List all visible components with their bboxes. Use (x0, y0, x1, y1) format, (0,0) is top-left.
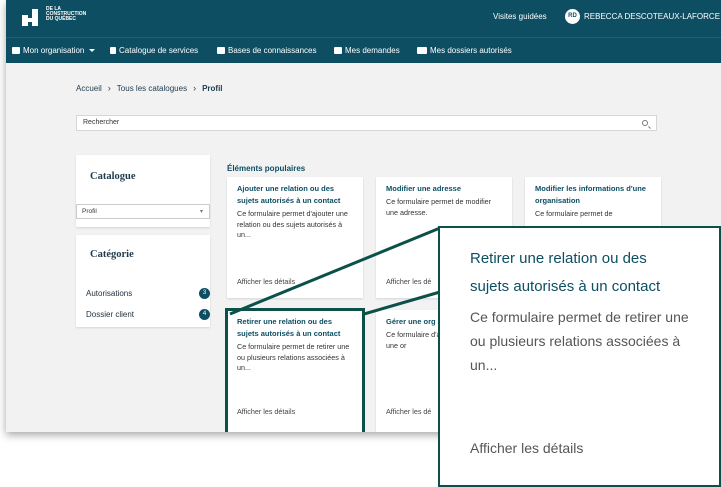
chevron-right-icon: › (193, 83, 197, 93)
card-desc: Ce formulaire permet de (535, 209, 613, 218)
popular-title: Éléments populaires (227, 164, 306, 173)
card-title[interactable]: Ajouter une relation ou des sujets autor… (237, 183, 353, 207)
card-desc: Ce formulaire permet d'ajouter une relat… (237, 209, 348, 239)
count-badge: 3 (199, 288, 210, 299)
catalogue-select[interactable]: Profil ▾ (76, 204, 210, 219)
logo-icon[interactable] (20, 6, 42, 28)
breadcrumb-catalogues[interactable]: Tous les catalogues (117, 84, 187, 93)
category-dossier-client[interactable]: Dossier client 4 (86, 309, 210, 320)
breadcrumb-profil: Profil (202, 83, 223, 93)
catalogue-panel: Catalogue Profil ▾ (76, 155, 210, 227)
nav-item-catalogue[interactable]: Catalogue de services (110, 46, 198, 55)
card-details-link[interactable]: Afficher les dé (386, 407, 431, 416)
users-icon (417, 47, 427, 54)
count-badge: 4 (199, 309, 210, 320)
breadcrumb: Accueil › Tous les catalogues › Profil (76, 83, 223, 93)
breadcrumb-accueil[interactable]: Accueil (76, 84, 102, 93)
logo-text: DE LA CONSTRUCTION DU QUÉBEC (46, 6, 87, 22)
nav-item-bases[interactable]: Bases de connaissances (217, 46, 317, 55)
catalogue-heading: Catalogue (90, 171, 136, 182)
chevron-down-icon (89, 49, 96, 52)
category-autorisations[interactable]: Autorisations 3 (86, 288, 210, 299)
document-icon (110, 47, 116, 54)
avatar[interactable]: RD (565, 9, 580, 24)
service-card[interactable]: Ajouter une relation ou des sujets autor… (227, 177, 363, 298)
chevron-right-icon: › (107, 83, 111, 93)
card-title[interactable]: Modifier une adresse (386, 183, 502, 195)
zoom-details-link[interactable]: Afficher les détails (470, 440, 583, 456)
user-name[interactable]: REBECCA DESCOTEAUX-LAFORCE (584, 12, 720, 21)
nav-item-mon-organisation[interactable]: Mon organisation (12, 46, 96, 55)
chevron-down-icon: ▾ (199, 209, 203, 215)
search-input[interactable]: Rechercher (76, 115, 657, 131)
zoom-title[interactable]: Retirer une relation ou des sujets autor… (470, 245, 689, 301)
card-desc: Ce formulaire permet de modifier une adr… (386, 197, 492, 217)
book-icon (217, 47, 225, 54)
categorie-heading: Catégorie (90, 249, 134, 260)
nav-item-demandes[interactable]: Mes demandes (334, 46, 400, 55)
zoom-callout: Retirer une relation ou des sujets autor… (438, 226, 721, 487)
highlight-box (225, 308, 365, 432)
top-bar: DE LA CONSTRUCTION DU QUÉBEC Visites gui… (6, 0, 721, 37)
list-icon (334, 47, 342, 54)
categorie-panel: Catégorie Autorisations 3 Dossier client… (76, 235, 210, 327)
card-details-link[interactable]: Afficher les dé (386, 277, 431, 286)
card-details-link[interactable]: Afficher les détails (237, 277, 295, 286)
nav-item-dossiers[interactable]: Mes dossiers autorisés (417, 46, 512, 55)
card-title[interactable]: Modifier les informations d'une organisa… (535, 183, 651, 207)
main-nav: Mon organisation Catalogue de services B… (6, 37, 721, 63)
zoom-desc: Ce formulaire permet de retirer une ou p… (470, 309, 689, 373)
briefcase-icon (12, 47, 20, 54)
guided-tours-link[interactable]: Visites guidées (493, 12, 547, 21)
search-icon[interactable] (642, 120, 648, 126)
